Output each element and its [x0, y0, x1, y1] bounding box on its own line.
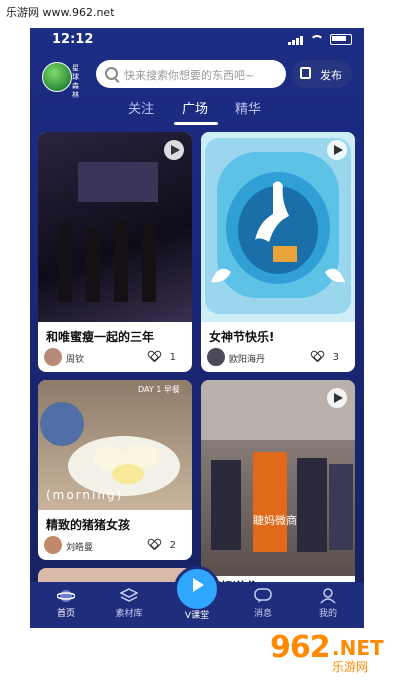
feed-card[interactable]: 和唯蜜瘦一起的三年 周钦 1 — [38, 132, 192, 372]
play-icon — [193, 578, 204, 592]
tab-square[interactable]: 广场 — [182, 98, 208, 117]
app-screen: 12:12 星球 森林 快来搜索你想要的东西吧~ 发布 关注 广场 精华 和唯蜜… — [30, 28, 364, 628]
like-count: 1 — [169, 352, 176, 363]
papercut-illustration — [205, 138, 351, 314]
card-title: 精致的猪猪女孩 — [46, 518, 131, 532]
card-user-name[interactable]: 周钦 — [66, 352, 84, 365]
profile-icon — [319, 588, 337, 604]
card-title: 女神节快乐! — [209, 330, 275, 344]
like-button[interactable] — [148, 539, 164, 553]
search-placeholder: 快来搜索你想要的东西吧~ — [124, 69, 255, 82]
image-caption: 睫妈微商 — [253, 514, 297, 527]
feed-tabs: 关注 广场 精华 — [30, 96, 364, 122]
logo-number: 962 — [270, 630, 331, 665]
like-button[interactable] — [148, 351, 164, 365]
stage-photo — [58, 162, 158, 302]
like-count: 3 — [332, 352, 339, 363]
nav-materials[interactable]: 素材库 — [109, 606, 149, 619]
battery-icon — [330, 34, 352, 45]
heart-icon — [148, 539, 162, 551]
image-caption: (morning) — [46, 488, 124, 502]
card-user-avatar[interactable] — [44, 536, 62, 554]
heart-icon — [311, 351, 325, 363]
planet-icon — [56, 588, 76, 604]
card-image: 睫妈微商 — [201, 380, 355, 576]
card-title: 和唯蜜瘦一起的三年 — [46, 330, 155, 344]
feed-card[interactable]: 睫妈微商 睫妈逆袭 — [201, 380, 355, 600]
tab-featured[interactable]: 精华 — [235, 98, 261, 117]
card-user-avatar[interactable] — [44, 348, 62, 366]
play-icon[interactable] — [327, 388, 347, 408]
like-count: 2 — [169, 540, 176, 551]
tab-follow[interactable]: 关注 — [128, 98, 154, 117]
logo-subtitle: 乐游网 — [332, 660, 369, 674]
status-bar: 12:12 — [30, 28, 364, 52]
publish-button[interactable]: 发布 — [292, 60, 352, 88]
nav-home[interactable]: 首页 — [46, 606, 86, 619]
card-image — [201, 132, 355, 322]
message-icon — [254, 588, 272, 604]
feed-card[interactable]: DAY 1 早餐 (morning) 精致的猪猪女孩 刘皓曼 2 — [38, 380, 192, 560]
feed-card[interactable]: 女神节快乐! 欧阳海丹 3 — [201, 132, 355, 372]
publish-label: 发布 — [320, 69, 342, 82]
search-input[interactable]: 快来搜索你想要的东西吧~ — [96, 60, 286, 88]
people-photo — [201, 380, 355, 552]
card-user-name[interactable]: 刘皓曼 — [66, 540, 93, 553]
layers-icon — [119, 588, 139, 604]
bottom-nav: 首页 素材库 V课堂 消息 我的 — [30, 566, 364, 628]
play-icon[interactable] — [164, 140, 184, 160]
card-user-name[interactable]: 欧阳海丹 — [229, 352, 265, 365]
site-watermark: 乐游网 www.962.net — [6, 6, 115, 19]
avatar-label: 星球 森林 — [72, 64, 79, 99]
status-time: 12:12 — [52, 32, 94, 47]
play-icon[interactable] — [327, 140, 347, 160]
vclass-button[interactable] — [174, 566, 220, 612]
card-image: DAY 1 早餐 (morning) — [38, 380, 192, 510]
wifi-icon — [310, 34, 324, 45]
nav-vclass[interactable]: V课堂 — [174, 608, 220, 621]
signal-icon — [288, 35, 304, 45]
like-button[interactable] — [311, 351, 327, 365]
user-avatar[interactable] — [42, 62, 72, 92]
nav-messages[interactable]: 消息 — [243, 606, 283, 619]
logo-net: .NET — [332, 636, 384, 660]
image-badge: DAY 1 早餐 — [138, 385, 180, 394]
heart-icon — [148, 351, 162, 363]
status-icons — [288, 34, 352, 45]
site-logo: 962 .NET 乐游网 — [270, 630, 390, 678]
search-icon — [105, 67, 118, 80]
card-image — [38, 132, 192, 322]
edit-icon — [300, 67, 311, 79]
active-tab-indicator — [174, 122, 218, 125]
card-user-avatar[interactable] — [207, 348, 225, 366]
nav-profile[interactable]: 我的 — [308, 606, 348, 619]
